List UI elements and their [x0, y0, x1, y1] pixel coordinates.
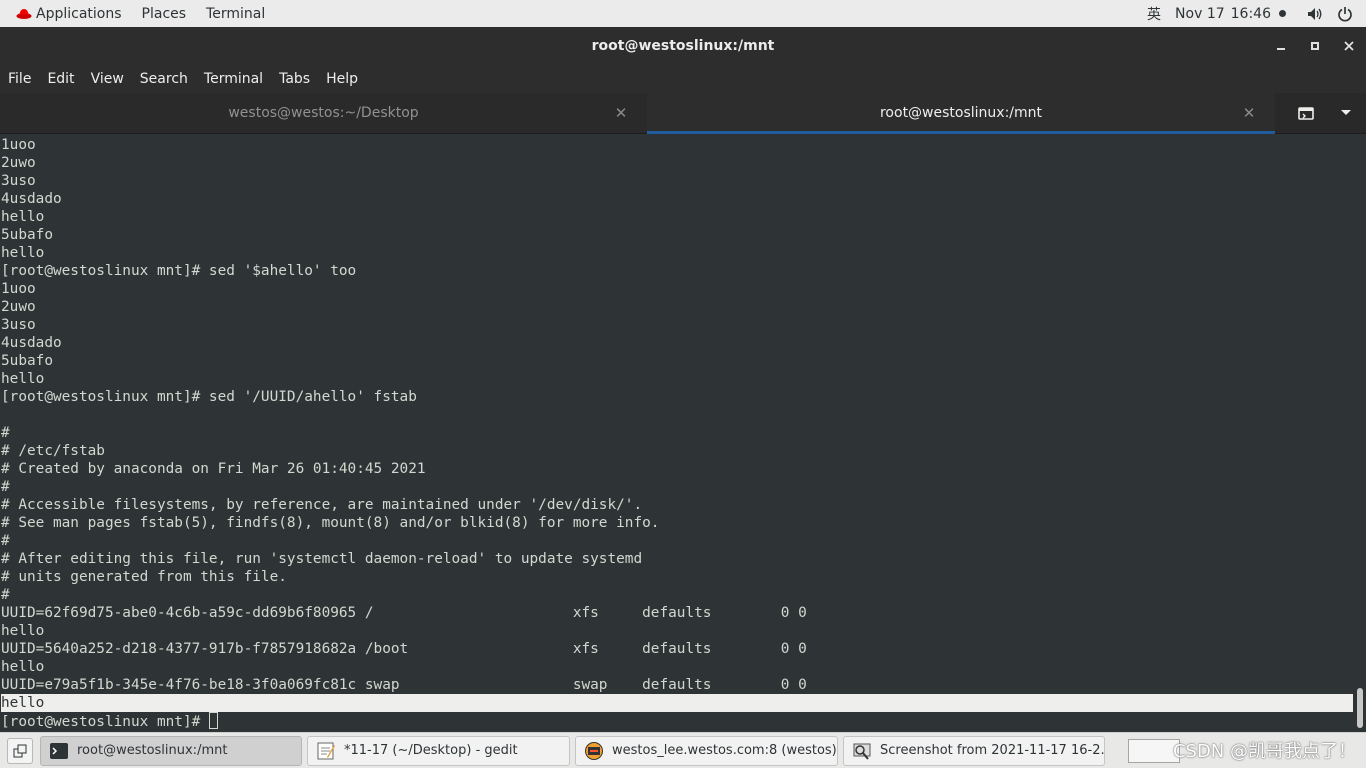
- terminal-line: hello: [1, 694, 1353, 712]
- tab-label: root@westoslinux:/mnt: [879, 105, 1043, 121]
- applications-menu[interactable]: Applications: [0, 0, 132, 27]
- terminal-line: 3uso: [1, 173, 36, 189]
- terminal-line: 4usdado: [1, 191, 62, 207]
- taskbar-item-terminal[interactable]: root@westoslinux:/mnt: [40, 735, 302, 766]
- terminal-icon: [49, 741, 69, 761]
- terminal-line: # See man pages fstab(5), findfs(8), mou…: [1, 515, 660, 531]
- menu-terminal[interactable]: Terminal: [196, 64, 271, 93]
- show-desktop-icon: [13, 744, 27, 757]
- menu-help[interactable]: Help: [318, 64, 366, 93]
- terminal-line: hello: [1, 371, 45, 387]
- close-icon: [1344, 40, 1354, 51]
- maximize-button[interactable]: [1298, 27, 1332, 64]
- scrollbar-thumb[interactable]: [1357, 688, 1363, 728]
- minimize-button[interactable]: [1264, 27, 1298, 64]
- terminal-line: 5ubafo: [1, 227, 53, 243]
- tab-label: westos@westos:~/Desktop: [228, 105, 419, 121]
- task-label: *11-17 (~/Desktop) - gedit: [344, 743, 518, 758]
- minimize-icon: [1277, 47, 1285, 50]
- terminal-line: UUID=e79a5f1b-345e-4f76-be18-3f0a069fc81…: [1, 677, 807, 693]
- terminal-line: 2uwo: [1, 155, 36, 171]
- clock-date: Nov 17: [1175, 5, 1225, 22]
- terminal-menubar: File Edit View Search Terminal Tabs Help: [0, 64, 1366, 93]
- terminal-line: 1uoo: [1, 281, 36, 297]
- places-label: Places: [141, 5, 187, 22]
- close-tab-icon[interactable]: ✕: [613, 104, 629, 122]
- menu-tabs[interactable]: Tabs: [271, 64, 318, 93]
- task-label: Screenshot from 2021-11-17 16-2...: [880, 743, 1105, 758]
- screenshot-icon: [852, 741, 872, 761]
- notification-dot-icon: [1279, 10, 1286, 17]
- terminal-line: #: [1, 533, 10, 549]
- gnome-top-bar: Applications Places Terminal 英 Nov 17 16…: [0, 0, 1366, 27]
- terminal-line: [root@westoslinux mnt]# sed '$ahello' to…: [1, 263, 357, 279]
- terminal-line: # Accessible filesystems, by reference, …: [1, 497, 643, 513]
- close-tab-icon[interactable]: ✕: [1241, 104, 1257, 122]
- gedit-icon: [316, 741, 336, 761]
- terminal-prompt: [root@westoslinux mnt]#: [1, 714, 209, 730]
- terminal-line: 2uwo: [1, 299, 36, 315]
- tab-menu-button[interactable]: [1326, 93, 1366, 133]
- terminal-line: hello: [1, 245, 45, 261]
- terminal-line: # Created by anaconda on Fri Mar 26 01:4…: [1, 461, 426, 477]
- new-tab-button[interactable]: [1286, 93, 1326, 133]
- taskbar-item-vnc-viewer[interactable]: westos_lee.westos.com:8 (westos) ...: [575, 735, 838, 766]
- chevron-down-icon: [1341, 110, 1351, 115]
- terminal-line: hello: [1, 659, 45, 675]
- volume-icon[interactable]: [1300, 0, 1330, 27]
- menu-edit[interactable]: Edit: [39, 64, 82, 93]
- tab-bar: westos@westos:~/Desktop ✕ root@westoslin…: [0, 93, 1366, 134]
- terminal-line: hello: [1, 623, 45, 639]
- close-window-button[interactable]: [1332, 27, 1366, 64]
- clock[interactable]: Nov 17 16:46: [1175, 6, 1300, 22]
- terminal-line: #: [1, 587, 10, 603]
- terminal-line: [root@westoslinux mnt]# sed '/UUID/ahell…: [1, 389, 417, 405]
- terminal-line: # units generated from this file.: [1, 569, 287, 585]
- terminal-line: #: [1, 425, 10, 441]
- terminal-line: #: [1, 479, 10, 495]
- terminal-line: UUID=62f69d75-abe0-4c6b-a59c-dd69b6f8096…: [1, 605, 807, 621]
- terminal-line: # /etc/fstab: [1, 443, 105, 459]
- terminal-line: UUID=5640a252-d218-4377-917b-f7857918682…: [1, 641, 807, 657]
- terminal-line: hello: [1, 209, 45, 225]
- terminal-app-label: Terminal: [206, 5, 266, 22]
- taskbar-item-screenshot[interactable]: Screenshot from 2021-11-17 16-2...: [843, 735, 1105, 766]
- power-icon[interactable]: [1330, 0, 1360, 27]
- window-list-taskbar: root@westoslinux:/mnt *11-17 (~/Desktop)…: [0, 732, 1366, 768]
- menu-file[interactable]: File: [0, 64, 39, 93]
- task-label: root@westoslinux:/mnt: [77, 743, 228, 758]
- tab-westos-desktop[interactable]: westos@westos:~/Desktop ✕: [0, 93, 647, 133]
- terminal-line: 3uso: [1, 317, 36, 333]
- window-title-bar[interactable]: root@westoslinux:/mnt: [0, 27, 1366, 64]
- menu-search[interactable]: Search: [132, 64, 196, 93]
- csdn-watermark: CSDN @凯哥我点了！: [1172, 741, 1356, 762]
- input-method-indicator[interactable]: 英: [1133, 4, 1175, 24]
- taskbar-item-gedit[interactable]: *11-17 (~/Desktop) - gedit: [307, 735, 570, 766]
- terminal-scrollbar[interactable]: [1353, 134, 1366, 732]
- show-desktop-button[interactable]: [7, 737, 33, 764]
- maximize-icon: [1311, 41, 1319, 50]
- new-tab-icon: [1298, 107, 1314, 120]
- terminal-line: 1uoo: [1, 137, 36, 153]
- terminal-line: 4usdado: [1, 335, 62, 351]
- places-menu[interactable]: Places: [132, 0, 197, 27]
- terminal-line: # After editing this file, run 'systemct…: [1, 551, 643, 567]
- terminal-line: 5ubafo: [1, 353, 53, 369]
- task-label: westos_lee.westos.com:8 (westos) ...: [612, 743, 838, 758]
- terminal-app-menu[interactable]: Terminal: [196, 0, 275, 27]
- window-title: root@westoslinux:/mnt: [591, 37, 775, 54]
- menu-view[interactable]: View: [83, 64, 132, 93]
- clock-time: 16:46: [1230, 5, 1271, 22]
- tab-root-mnt[interactable]: root@westoslinux:/mnt ✕: [647, 93, 1275, 134]
- terminal-output[interactable]: 1uoo 2uwo 3uso 4usdado hello 5ubafo hello [root…: [0, 134, 1353, 732]
- text-cursor: [208, 712, 218, 729]
- applications-label: Applications: [36, 5, 122, 22]
- terminal-prompt-line[interactable]: [root@westoslinux mnt]#: [1, 712, 1353, 730]
- vnc-viewer-icon: [584, 741, 604, 761]
- redhat-logo-icon: [16, 8, 32, 19]
